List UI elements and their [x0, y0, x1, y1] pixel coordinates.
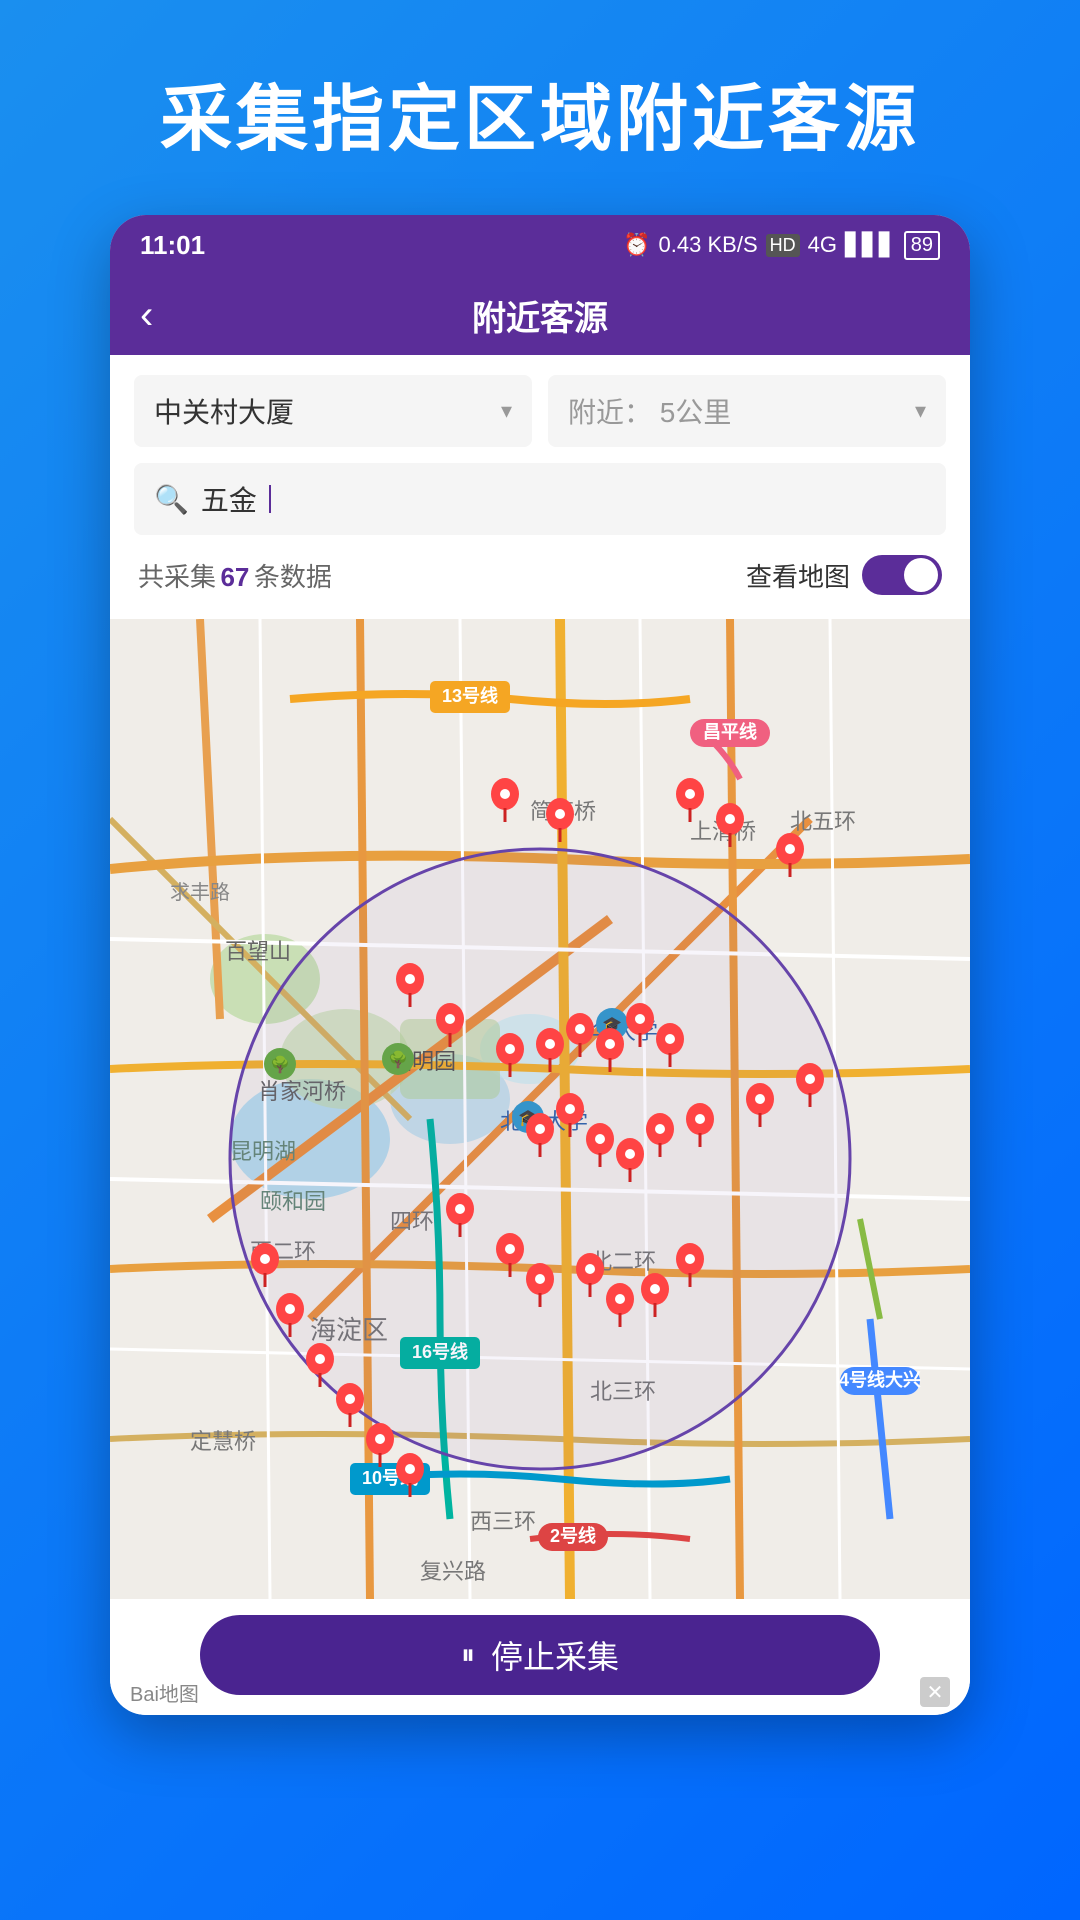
stats-count: 67 [220, 562, 249, 592]
page-title: 附近客源 [472, 291, 608, 340]
controls-area: 中关村大厦 ▾ 附近： 5公里 ▾ 🔍 五金 共采集 67 条数据 [110, 355, 970, 619]
bottom-button-area: ⏸ 停止采集 Bai地图 ✕ [110, 1599, 970, 1715]
dropdown-row: 中关村大厦 ▾ 附近： 5公里 ▾ [134, 375, 946, 447]
hd-badge: HD [766, 234, 800, 257]
svg-text:定慧桥: 定慧桥 [190, 1429, 256, 1454]
status-time: 11:01 [140, 230, 205, 261]
svg-text:4号线大兴: 4号线大兴 [839, 1369, 921, 1390]
back-button[interactable]: ‹ [140, 293, 153, 338]
phone-frame: 11:01 ⏰ 0.43 KB/S HD 4G ▋▋▋ 89 ‹ 附近客源 中关… [110, 215, 970, 1715]
svg-text:2号线: 2号线 [550, 1525, 596, 1546]
status-icons: ⏰ 0.43 KB/S HD 4G ▋▋▋ 89 [623, 231, 940, 260]
svg-text:求丰路: 求丰路 [170, 881, 230, 904]
location-dropdown-arrow: ▾ [501, 398, 512, 424]
map-view-toggle[interactable] [862, 555, 942, 595]
search-row: 🔍 五金 [134, 463, 946, 535]
toggle-knob [904, 558, 938, 592]
stats-suffix: 条数据 [254, 562, 332, 592]
map-toggle-label: 查看地图 [746, 557, 850, 594]
svg-text:北五环: 北五环 [790, 809, 856, 834]
map-toggle-area: 查看地图 [746, 555, 942, 595]
stats-text: 共采集 67 条数据 [138, 557, 332, 594]
close-corner-button[interactable]: ✕ [920, 1677, 950, 1707]
text-cursor [269, 485, 271, 513]
svg-text:昌平线: 昌平线 [703, 721, 757, 742]
page-main-title: 采集指定区域附近客源 [40, 60, 1040, 165]
svg-text:西三环: 西三环 [470, 1509, 536, 1534]
speed-indicator: 0.43 KB/S [659, 232, 758, 258]
search-icon: 🔍 [154, 483, 189, 516]
stop-collection-button[interactable]: ⏸ 停止采集 [200, 1615, 880, 1695]
page-heading-area: 采集指定区域附近客源 [0, 0, 1080, 215]
status-bar: 11:01 ⏰ 0.43 KB/S HD 4G ▋▋▋ 89 [110, 215, 970, 275]
map-svg: 13号线 16号线 10号线 昌平线 4号线大兴 2号线 百望山 肖家河桥 圆明… [110, 619, 970, 1599]
baidu-logo: Bai地图 [130, 1678, 199, 1707]
svg-text:百望山: 百望山 [225, 939, 291, 964]
signal-icon: ▋▋▋ [845, 232, 896, 258]
battery-icon: 89 [904, 231, 940, 260]
pause-icon: ⏸ [461, 1639, 475, 1672]
search-input[interactable]: 五金 [201, 479, 257, 519]
radius-dropdown[interactable]: 附近： 5公里 ▾ [548, 375, 946, 447]
location-dropdown[interactable]: 中关村大厦 ▾ [134, 375, 532, 447]
header-bar: ‹ 附近客源 [110, 275, 970, 355]
stop-button-label: 停止采集 [491, 1632, 619, 1678]
radius-dropdown-arrow: ▾ [915, 398, 926, 424]
network-icon: 4G [808, 232, 837, 258]
alarm-icon: ⏰ [623, 232, 650, 258]
svg-text:复兴路: 复兴路 [420, 1559, 486, 1584]
radius-label-prefix: 附近： 5公里 [568, 391, 731, 431]
stats-prefix: 共采集 [138, 562, 216, 592]
stats-row: 共采集 67 条数据 查看地图 [134, 551, 946, 603]
svg-text:13号线: 13号线 [442, 685, 498, 706]
location-value: 中关村大厦 [154, 391, 294, 431]
map-area: 13号线 16号线 10号线 昌平线 4号线大兴 2号线 百望山 肖家河桥 圆明… [110, 619, 970, 1599]
